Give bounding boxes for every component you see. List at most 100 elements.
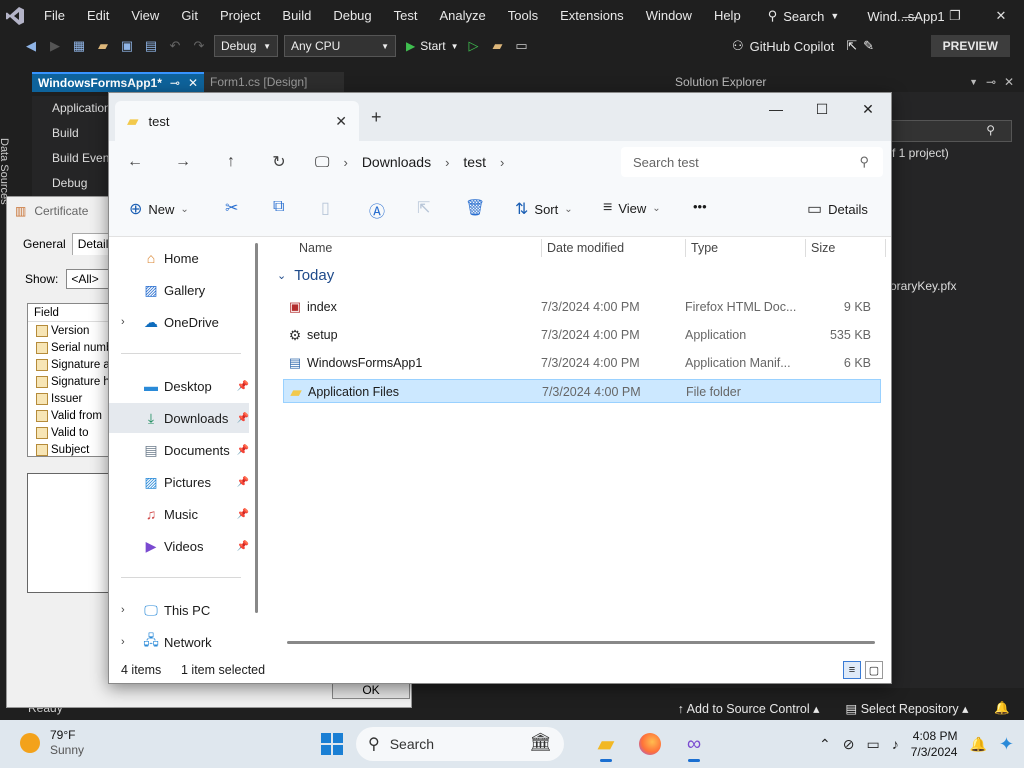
pin-icon[interactable]: ⊸	[986, 75, 996, 89]
column-date-modified[interactable]: Date modified	[547, 237, 624, 259]
monitor-icon[interactable]: 🖵	[315, 154, 329, 171]
file-row-setup[interactable]: ⚙ setup 7/3/2024 4:00 PM Application 535…	[283, 323, 881, 347]
start-button[interactable]	[312, 726, 352, 762]
minimize-icon[interactable]: —	[886, 0, 932, 32]
list-item[interactable]: Version	[28, 322, 116, 339]
redo-icon[interactable]: ↷	[190, 37, 208, 55]
file-row-index[interactable]: ▣ index 7/3/2024 4:00 PM Firefox HTML Do…	[283, 295, 881, 319]
folder-view-icon[interactable]: ▰	[489, 37, 507, 55]
nav-item-downloads[interactable]: ⤓ Downloads 📌	[109, 403, 249, 433]
list-item[interactable]: Signature hash algorithm	[28, 373, 116, 390]
start-without-debug-icon[interactable]: ▷	[465, 37, 483, 55]
chevron-right-icon[interactable]: ›	[500, 155, 504, 170]
firefox-taskbar-icon[interactable]	[628, 726, 672, 762]
data-sources-tab[interactable]: Data Sources	[0, 138, 10, 205]
menu-test[interactable]: Test	[379, 0, 425, 32]
nav-item-network[interactable]: › 🖧 Network	[109, 627, 249, 657]
details-pane-button[interactable]: ▭ Details	[807, 199, 868, 219]
column-name[interactable]: Name	[299, 237, 332, 259]
close-icon[interactable]: ✕	[845, 93, 891, 125]
more-options-button[interactable]: •••	[693, 199, 707, 214]
refresh-icon[interactable]: ↻	[255, 152, 303, 172]
visual-studio-taskbar-icon[interactable]: ∞	[672, 726, 716, 762]
share-icon[interactable]: ⇱	[417, 198, 430, 218]
back-arrow-icon[interactable]: ←	[111, 153, 159, 171]
column-divider[interactable]	[685, 239, 686, 257]
tab-form1-design[interactable]: Form1.cs [Design]	[204, 72, 345, 92]
copy-icon[interactable]: ⧉	[273, 198, 284, 216]
minimize-icon[interactable]: —	[753, 93, 799, 125]
copilot-icon[interactable]: ✦	[999, 734, 1014, 755]
sort-button[interactable]: ⇅ Sort ⌄	[515, 199, 573, 219]
preview-badge[interactable]: PREVIEW	[930, 35, 1010, 57]
maximize-icon[interactable]: ☐	[799, 93, 845, 125]
pin-icon[interactable]: 📌	[237, 445, 249, 456]
new-project-icon[interactable]: ▦	[70, 37, 88, 55]
volume-icon[interactable]: ♪	[892, 736, 899, 752]
pin-icon[interactable]: 📌	[237, 413, 249, 424]
forward-nav-icon[interactable]: ▶	[46, 37, 64, 55]
nav-item-this-pc[interactable]: › 🖵 This PC	[109, 595, 249, 625]
chevron-up-icon[interactable]: ⌃	[819, 736, 831, 753]
chevron-right-icon[interactable]: ›	[121, 316, 125, 328]
file-row-application-files[interactable]: ▰ Application Files 7/3/2024 4:00 PM Fil…	[283, 379, 881, 403]
delete-icon[interactable]: 🗑	[465, 198, 485, 218]
list-item[interactable]: Valid from	[28, 407, 116, 424]
pfx-file-item[interactable]: oraryKey.pfx	[890, 279, 956, 293]
field-column-header[interactable]: Field	[28, 304, 116, 322]
breadcrumb-test[interactable]: test	[463, 154, 486, 170]
github-copilot-button[interactable]: ⚇ GitHub Copilot ⇱ ✎	[732, 32, 874, 60]
open-folder-icon[interactable]: ▰	[94, 37, 112, 55]
chevron-right-icon[interactable]: ›	[121, 604, 125, 616]
breadcrumb[interactable]: 🖵 › Downloads › test ›	[315, 147, 605, 177]
chevron-right-icon[interactable]: ›	[343, 155, 347, 170]
pin-icon[interactable]: 📌	[237, 509, 249, 520]
nav-item-desktop[interactable]: ▬ Desktop 📌	[109, 371, 249, 401]
feedback-icon[interactable]: ✎	[863, 38, 874, 54]
prop-build[interactable]: Build	[32, 121, 112, 146]
list-item[interactable]: Signature algorithm	[28, 356, 116, 373]
close-icon[interactable]: ✕	[1004, 75, 1014, 89]
nav-item-documents[interactable]: ▤ Documents 📌	[109, 435, 249, 465]
certificate-value-box[interactable]	[27, 473, 117, 593]
tab-windowsformsapp1[interactable]: WindowsFormsApp1* ⊸ ✕	[32, 72, 205, 92]
column-size[interactable]: Size	[811, 237, 835, 259]
nav-item-onedrive[interactable]: › ☁ OneDrive	[109, 307, 249, 337]
menu-git[interactable]: Git	[166, 0, 205, 32]
menu-project[interactable]: Project	[205, 0, 267, 32]
menu-analyze[interactable]: Analyze	[424, 0, 492, 32]
nav-item-pictures[interactable]: ▨ Pictures 📌	[109, 467, 249, 497]
start-button[interactable]: ▶ Start ▼	[406, 39, 459, 53]
nav-item-home[interactable]: ⌂ Home	[109, 243, 249, 273]
nav-item-gallery[interactable]: ▨ Gallery	[109, 275, 249, 305]
network-off-icon[interactable]: ⊘	[843, 736, 855, 753]
column-type[interactable]: Type	[691, 237, 718, 259]
display-icon[interactable]: ▭	[867, 736, 880, 753]
vs-search-button[interactable]: ⚲ Search ▼	[768, 8, 840, 24]
chevron-down-icon[interactable]: ▼	[969, 77, 978, 87]
prop-build-events[interactable]: Build Events	[32, 146, 112, 171]
tiles-view-icon[interactable]: ▢	[865, 661, 883, 679]
pin-icon[interactable]: 📌	[237, 381, 249, 392]
list-item[interactable]: Subject	[28, 441, 116, 456]
certificate-field-list[interactable]: Field Version Serial number Signature al…	[27, 303, 117, 457]
column-divider[interactable]	[805, 239, 806, 257]
column-divider[interactable]	[541, 239, 542, 257]
notifications-bell-icon[interactable]: 🔔	[994, 701, 1010, 716]
rename-icon[interactable]: Ⓐ	[369, 198, 385, 222]
file-row-windowsformsapp1[interactable]: ▤ WindowsFormsApp1 7/3/2024 4:00 PM Appl…	[283, 351, 881, 375]
menu-window[interactable]: Window	[631, 0, 699, 32]
chevron-right-icon[interactable]: ›	[445, 155, 449, 170]
column-divider[interactable]	[885, 239, 886, 257]
tab-general[interactable]: General	[17, 233, 72, 255]
forward-arrow-icon[interactable]: →	[159, 153, 207, 171]
select-repository[interactable]: ▤ Select Repository ▴	[845, 701, 968, 716]
solution-search-input[interactable]: ⚲	[890, 120, 1012, 142]
view-button[interactable]: ≡ View ⌄	[603, 199, 661, 217]
up-arrow-icon[interactable]: ↑	[207, 153, 255, 171]
prop-debug[interactable]: Debug	[32, 171, 112, 196]
close-icon[interactable]: ✕	[978, 0, 1024, 32]
file-explorer-taskbar-icon[interactable]: ▰	[584, 726, 628, 762]
clock[interactable]: 4:08 PM 7/3/2024	[911, 728, 958, 760]
prop-application[interactable]: Application	[32, 96, 112, 121]
